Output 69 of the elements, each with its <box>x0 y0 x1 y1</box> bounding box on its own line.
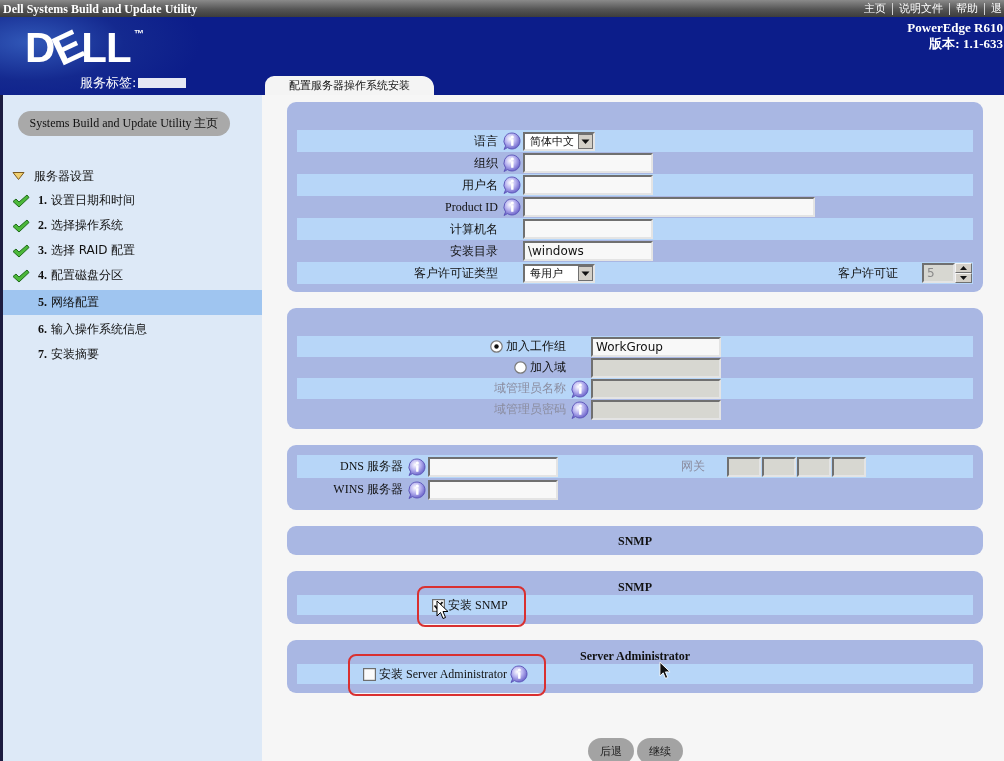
field-label: 域管理员密码 <box>494 401 566 418</box>
text-field[interactable] <box>428 456 558 477</box>
info-icon[interactable] <box>503 176 521 194</box>
text-field[interactable] <box>523 175 653 195</box>
info-icon[interactable] <box>503 154 521 172</box>
field-label: 域管理员名称 <box>494 380 566 397</box>
spin-down-button[interactable] <box>955 273 972 283</box>
model-name: PowerEdge R610 <box>907 20 1003 36</box>
text-field[interactable] <box>523 153 653 173</box>
field-label: 客户许可证类型 <box>414 264 498 282</box>
info-icon[interactable] <box>503 198 521 216</box>
field-label: 语言 <box>474 132 498 150</box>
caret-up-icon <box>960 266 967 270</box>
section-heading: SNMP <box>618 579 652 595</box>
expand-triangle-icon[interactable] <box>12 171 25 181</box>
checkbox[interactable] <box>363 667 376 681</box>
service-tag-label: 服务标签: <box>80 74 137 92</box>
redacted-block <box>138 78 187 88</box>
field-label: DNS 服务器 <box>340 458 403 475</box>
text-field[interactable] <box>523 197 815 217</box>
app-title: Dell Systems Build and Update Utility <box>2 1 198 16</box>
text-field[interactable]: WorkGroup <box>591 336 721 357</box>
text-field[interactable] <box>428 479 558 500</box>
field-label: 网关 <box>681 458 705 475</box>
radio-button[interactable] <box>490 340 503 353</box>
spin-up-button[interactable] <box>955 263 972 273</box>
caret-down-icon <box>960 276 967 280</box>
field-label: Product ID <box>445 199 498 215</box>
section-heading: SNMP <box>618 533 652 549</box>
nav-button[interactable]: 后退 <box>587 738 634 761</box>
text-field[interactable]: \windows <box>523 241 653 261</box>
text-field[interactable] <box>523 219 653 239</box>
section-heading: Server Administrator <box>579 648 691 664</box>
step-item[interactable]: 4. 配置磁盘分区 <box>3 263 262 288</box>
step-item[interactable]: 3. 选择 RAID 配置 <box>3 238 262 263</box>
info-icon[interactable] <box>503 132 521 150</box>
checkbox-label[interactable]: 安装 Server Administrator <box>379 665 507 683</box>
info-icon[interactable] <box>408 480 426 499</box>
version-text: 版本: 1.1-633 <box>929 36 1003 52</box>
dropdown[interactable]: 简体中文 <box>523 131 595 151</box>
step-item[interactable]: 1. 设置日期和时间 <box>3 188 262 213</box>
radio-label[interactable]: 加入工作组 <box>506 338 566 355</box>
field-label: 组织 <box>474 154 498 172</box>
field-label: 计算机名 <box>450 220 498 238</box>
step-item[interactable]: 5. 网络配置 <box>3 290 262 315</box>
nav-link[interactable]: 主页 <box>858 2 892 15</box>
mouse-pointer-icon <box>659 661 671 680</box>
step-item[interactable]: 7. 安装摘要 <box>3 342 262 367</box>
info-icon[interactable] <box>510 665 528 683</box>
nav-button[interactable]: 继续 <box>636 738 683 761</box>
dropdown[interactable]: 每用户 <box>523 263 595 283</box>
nav-link[interactable]: 帮助 <box>949 2 984 15</box>
nav-link[interactable]: 说明文件 <box>892 2 949 15</box>
field-label: WINS 服务器 <box>333 481 403 498</box>
step-item[interactable]: 6. 输入操作系统信息 <box>3 317 262 342</box>
home-button[interactable]: Systems Build and Update Utility 主页 <box>18 111 230 136</box>
info-icon[interactable] <box>408 457 426 476</box>
tab[interactable]: 配置服务器操作系统安装 <box>265 76 434 95</box>
caret-icon[interactable] <box>578 133 593 149</box>
field-label: 客户许可证 <box>838 264 898 282</box>
nav-link[interactable]: 退 <box>984 2 1004 15</box>
checkbox-label[interactable]: 安装 SNMP <box>448 596 508 614</box>
caret-icon[interactable] <box>578 265 593 281</box>
dell-logo: DELL™ <box>25 29 144 67</box>
tree-section-label[interactable]: 服务器设置 <box>34 167 94 185</box>
step-item[interactable]: 2. 选择操作系统 <box>3 213 262 238</box>
field-label: 安装目录 <box>450 242 498 260</box>
mouse-pointer-icon <box>436 600 449 620</box>
field-label: 用户名 <box>462 176 498 194</box>
